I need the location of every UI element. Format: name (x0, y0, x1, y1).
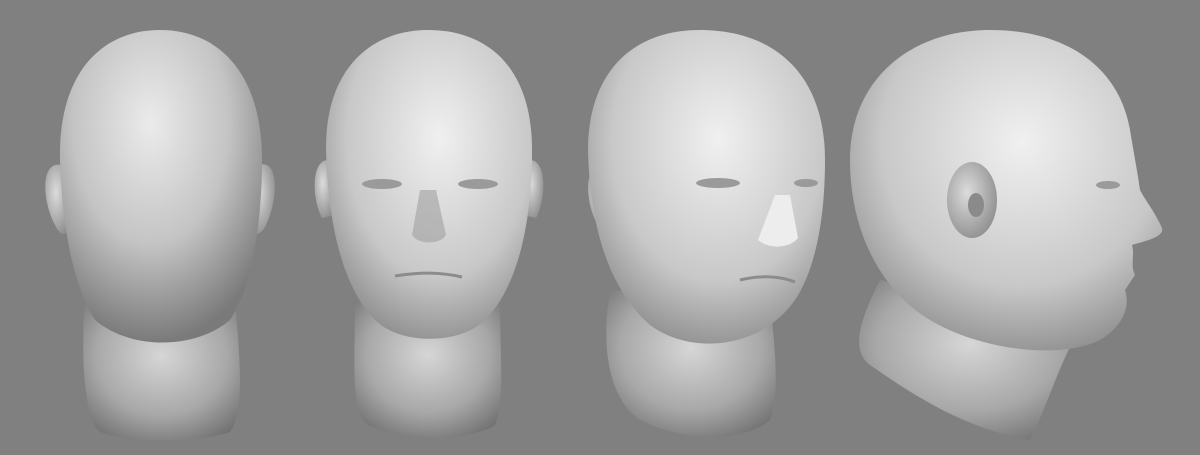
eye-left (362, 179, 402, 189)
eye-right (458, 179, 498, 189)
ear-canal (968, 193, 984, 217)
skull (59, 30, 262, 343)
face (325, 30, 532, 339)
eye-right (794, 179, 818, 187)
head-three-quarter-view (588, 30, 825, 437)
head-profile-view (850, 30, 1163, 440)
head-front-view (314, 30, 544, 438)
head-sculpt-render (45, 30, 1163, 441)
head-back-view (45, 30, 275, 441)
eye (1096, 181, 1120, 189)
eye-left (696, 178, 740, 188)
